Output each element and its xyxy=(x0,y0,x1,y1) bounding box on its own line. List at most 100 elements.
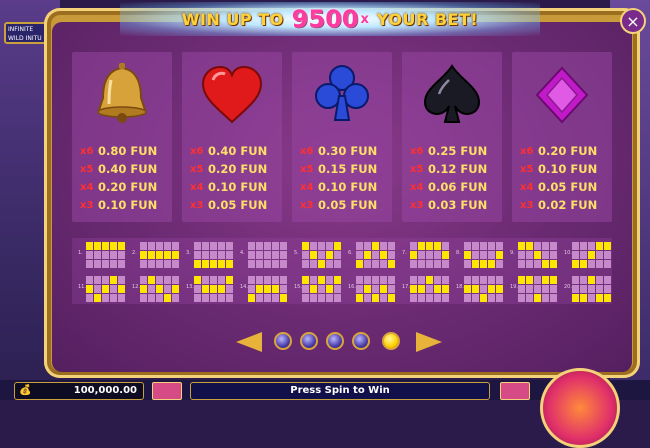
payline-square xyxy=(518,285,525,293)
payline-square xyxy=(326,260,333,268)
payline-square xyxy=(604,294,611,302)
payline-grid xyxy=(410,276,449,302)
pay-multiplier: x6 xyxy=(300,145,314,157)
payline-square xyxy=(580,260,587,268)
payline-square xyxy=(380,276,387,284)
payline-square xyxy=(218,276,225,284)
pay-multiplier: x4 xyxy=(410,181,424,193)
payline-square xyxy=(264,260,271,268)
payline-square xyxy=(434,285,441,293)
prev-page-arrow-icon[interactable] xyxy=(236,332,262,352)
payline-square xyxy=(418,251,425,259)
payline-square xyxy=(156,242,163,250)
payline-square xyxy=(118,276,125,284)
pay-amount: 0.20 FUN xyxy=(538,144,598,158)
payline-grid xyxy=(86,242,125,268)
payline-square xyxy=(164,294,171,302)
payline-square xyxy=(464,285,471,293)
payline-3: 3. xyxy=(186,242,233,268)
payline-square xyxy=(86,260,93,268)
payline-square xyxy=(148,251,155,259)
payline-square xyxy=(604,285,611,293)
payline-square xyxy=(272,276,279,284)
payline-square xyxy=(596,260,603,268)
payline-square xyxy=(526,242,533,250)
symbol-column-bell: x6 0.80 FUN x5 0.40 FUN x4 0.20 FUN x3 0.10 … xyxy=(72,52,172,222)
payline-square xyxy=(226,285,233,293)
payline-square xyxy=(434,294,441,302)
payline-17: 17. xyxy=(402,276,449,302)
payline-square xyxy=(434,260,441,268)
payline-square xyxy=(194,251,201,259)
payline-square xyxy=(202,285,209,293)
diamond-icon xyxy=(535,66,589,124)
payline-square xyxy=(356,260,363,268)
payline-square xyxy=(388,251,395,259)
payline-grid xyxy=(86,276,125,302)
diamond-pays: x6 0.20 FUN x5 0.10 FUN x4 0.05 FUN x3 0.02 … xyxy=(520,142,610,214)
page-dot-active[interactable] xyxy=(382,332,400,350)
symbol-column-spade: x6 0.25 FUN x5 0.12 FUN x4 0.06 FUN x3 0.03 … xyxy=(402,52,502,222)
next-page-arrow-icon[interactable] xyxy=(416,332,442,352)
pay-amount: 0.30 FUN xyxy=(318,144,378,158)
payline-square xyxy=(86,276,93,284)
payline-grid xyxy=(518,276,557,302)
payline-square xyxy=(256,276,263,284)
page-dot[interactable] xyxy=(326,332,344,350)
page-dot[interactable] xyxy=(352,332,370,350)
payline-square xyxy=(194,276,201,284)
payline-square xyxy=(318,294,325,302)
payline-9: 9. xyxy=(510,242,557,268)
payline-square xyxy=(526,285,533,293)
payline-grid xyxy=(194,242,233,268)
pay-amount: 0.05 FUN xyxy=(538,180,598,194)
payline-square xyxy=(580,294,587,302)
payline-square xyxy=(388,294,395,302)
payline-square xyxy=(310,294,317,302)
payline-square xyxy=(364,242,371,250)
payline-number: 2. xyxy=(132,250,137,256)
payline-square xyxy=(418,294,425,302)
bet-decrease-button[interactable] xyxy=(152,382,182,400)
payline-square xyxy=(550,242,557,250)
payline-square xyxy=(264,285,271,293)
spin-button[interactable] xyxy=(540,368,620,448)
page-dot[interactable] xyxy=(300,332,318,350)
balance-display: 💰 100,000.00 xyxy=(14,382,144,400)
pay-multiplier: x5 xyxy=(300,163,314,175)
payline-square xyxy=(110,294,117,302)
pay-multiplier: x6 xyxy=(410,145,424,157)
pay-row: x4 0.10 FUN xyxy=(300,178,390,196)
payline-square xyxy=(302,242,309,250)
bell-icon xyxy=(97,63,147,123)
payline-square xyxy=(572,242,579,250)
payline-number: 19. xyxy=(510,284,518,290)
bet-increase-button[interactable] xyxy=(500,382,530,400)
payline-square xyxy=(264,251,271,259)
payline-square xyxy=(140,242,147,250)
pay-multiplier: x6 xyxy=(80,145,94,157)
banner-suffix: YOUR BET! xyxy=(376,9,479,29)
payline-square xyxy=(156,285,163,293)
payline-square xyxy=(488,251,495,259)
pay-multiplier: x6 xyxy=(520,145,534,157)
payline-4: 4. xyxy=(240,242,287,268)
payline-square xyxy=(164,251,171,259)
payline-square xyxy=(588,276,595,284)
pay-row: x5 0.20 FUN xyxy=(190,160,280,178)
payline-square xyxy=(496,276,503,284)
payline-8: 8. xyxy=(456,242,503,268)
page-dot[interactable] xyxy=(274,332,292,350)
payline-square xyxy=(472,276,479,284)
payline-square xyxy=(480,251,487,259)
payline-7: 7. xyxy=(402,242,449,268)
close-button[interactable]: × xyxy=(620,8,646,34)
payline-square xyxy=(426,242,433,250)
payline-square xyxy=(110,242,117,250)
payline-square xyxy=(102,285,109,293)
payline-square xyxy=(388,285,395,293)
payline-square xyxy=(280,276,287,284)
payline-square xyxy=(318,260,325,268)
paylines-area: 1. 2. 3. 4. 5. 6. 7. 8. 9. 10. 11. 12. 13. 14. 15. 16. 1… xyxy=(72,238,612,304)
payline-10: 10. xyxy=(564,242,611,268)
